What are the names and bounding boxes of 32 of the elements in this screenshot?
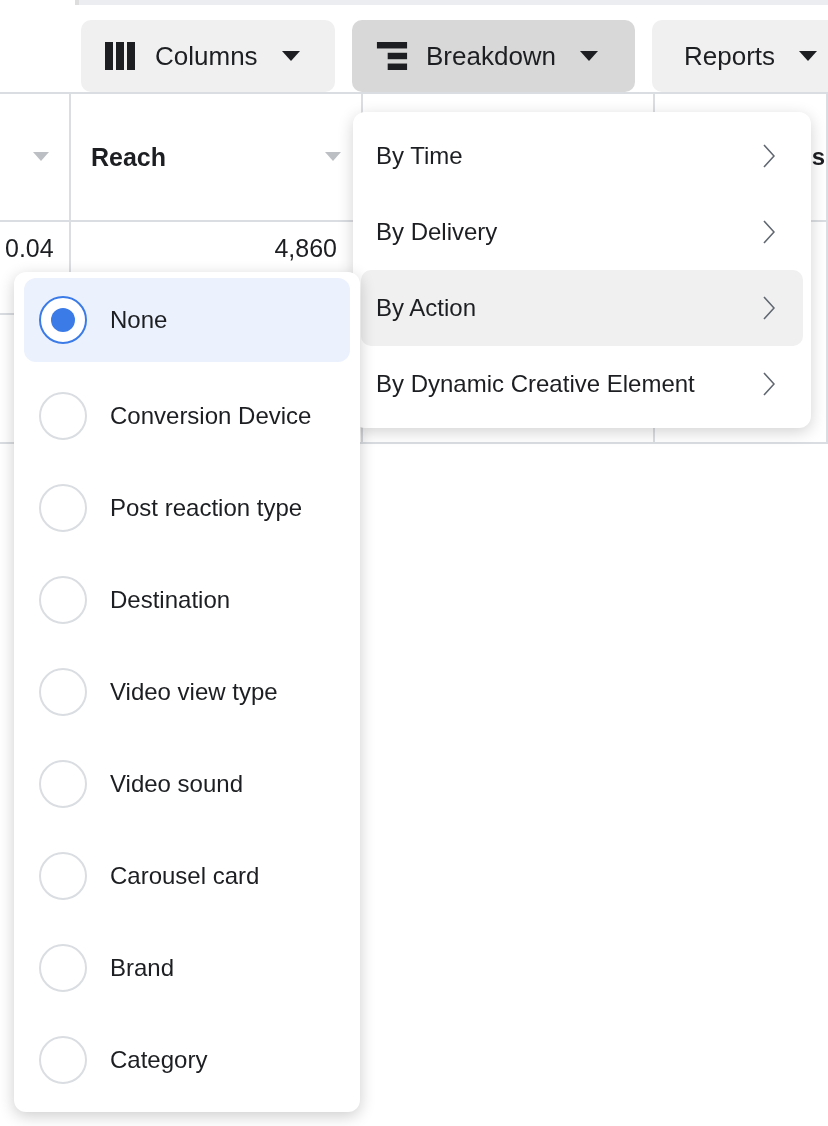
menu-item[interactable]: By Dynamic Creative Element [361,346,803,422]
chevron-right-icon [763,296,775,320]
column-header: s [811,143,825,171]
table-cell: 0.04 [5,234,54,263]
radio-option[interactable]: None [24,278,350,362]
radio-option[interactable]: Category [24,1014,350,1106]
toolbar-button[interactable]: Reports [652,20,828,92]
toolbar-button[interactable]: Breakdown [352,20,635,92]
menu-item[interactable]: By Time [361,118,803,194]
column-header: Reach [91,142,168,172]
chevron-right-icon [763,220,775,244]
radio-option[interactable]: Conversion Device [24,370,350,462]
table-cell: 4,860 [274,234,337,263]
radio-option[interactable]: Video view type [24,646,350,738]
radio-option[interactable]: Video sound [24,738,350,830]
menu-item[interactable]: By Action [361,270,803,346]
caret-icon[interactable] [325,152,341,162]
radio-option[interactable]: Brand [24,922,350,1014]
radio-option[interactable]: Destination [24,554,350,646]
chevron-right-icon [763,144,775,168]
radio-option[interactable]: Carousel card [24,830,350,922]
caret-icon[interactable] [33,152,49,162]
radio-option[interactable]: Post reaction type [24,462,350,554]
caret-icon [281,50,300,62]
caret-icon [580,50,599,62]
chevron-right-icon [763,372,775,396]
breakdown-icon [376,42,408,70]
radio-button[interactable] [38,295,88,345]
columns-icon [105,42,137,70]
caret-icon [799,50,818,62]
menu-item[interactable]: By Delivery [361,194,803,270]
toolbar-button[interactable]: Columns [81,20,335,92]
